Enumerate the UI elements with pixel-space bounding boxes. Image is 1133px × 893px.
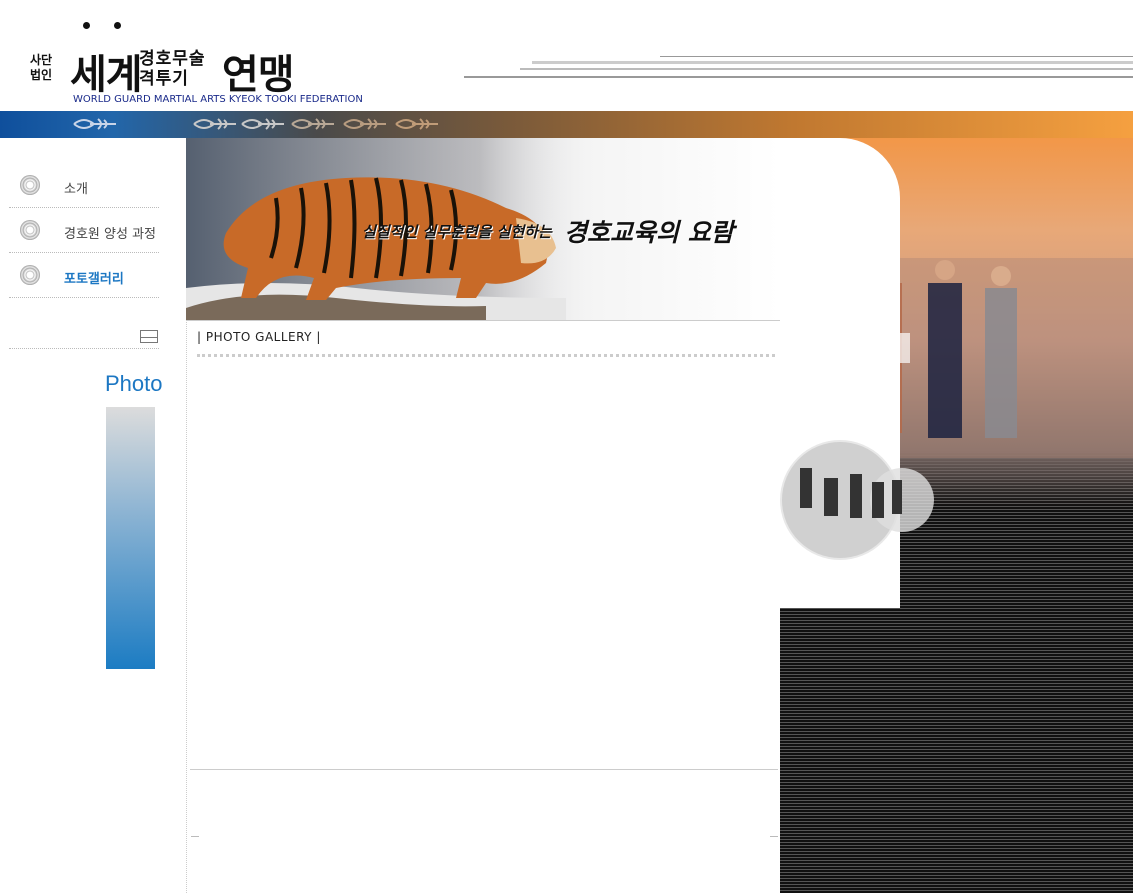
ornament-icon: [343, 118, 386, 130]
tiger-banner: 실질적인 실무훈련을 실현하는 경호교육의 요람: [186, 138, 780, 321]
sidebar-item-label: 경호원 양성 과정: [64, 227, 156, 242]
logo-subtitle: WORLD GUARD MARTIAL ARTS KYEOK TOOKI FED…: [73, 94, 363, 105]
circle-bullet-icon: [20, 265, 40, 285]
circle-bullet-icon: [20, 175, 40, 195]
sidebar-item-training[interactable]: 경호원 양성 과정: [9, 208, 159, 253]
sidebar-item-photo-gallery[interactable]: 포토갤러리: [9, 253, 159, 298]
content-bottom-line: [190, 769, 778, 770]
sidebar-item-intro[interactable]: 소개: [9, 163, 159, 208]
footer-tick: [191, 836, 199, 837]
page-title: | PHOTO GALLERY |: [197, 330, 321, 344]
logo-title-part2: 연맹: [222, 52, 295, 98]
section-title: Photo: [105, 371, 163, 396]
ornament-icon: [193, 118, 236, 130]
section-gradient-bar: [106, 407, 155, 669]
footer-tick: [770, 836, 778, 837]
header-deco-line: [520, 68, 1133, 70]
sidebar-item-label: 포토갤러리: [64, 272, 124, 287]
mail-row: [9, 318, 159, 349]
site-header: 사단 법인 세계 경호무술 격투기 연맹 WORLD GUARD MARTIAL…: [0, 0, 1133, 111]
ornament-icon: [395, 118, 438, 130]
logo-mid-line2: 격투기: [139, 69, 189, 89]
banner-tagline-big: 경호교육의 요람: [564, 218, 734, 247]
spar-photo-circle: [780, 440, 934, 560]
ornament-icon: [241, 118, 284, 130]
logo-title-part1: 세계: [70, 52, 143, 98]
dot-ornament: [80, 22, 130, 36]
corp-line1: 사단: [30, 53, 53, 67]
header-deco-line: [532, 61, 1133, 64]
mail-icon[interactable]: [140, 330, 158, 343]
ornament-icon: [73, 118, 116, 130]
logo-title-mid: 경호무술 격투기: [139, 49, 206, 89]
right-photo-panel: [780, 138, 1133, 893]
gallery-content: [190, 362, 778, 768]
corp-line2: 법인: [30, 68, 53, 82]
sidebar-item-label: 소개: [64, 182, 88, 197]
ornament-icon: [291, 118, 334, 130]
logo-mid-line1: 경호무술: [139, 49, 206, 69]
circle-bullet-icon: [20, 220, 40, 240]
top-nav-bar: [0, 111, 1133, 138]
left-sidebar: 소개 경호원 양성 과정 포토갤러리 Photo: [0, 138, 186, 893]
corp-label: 사단 법인: [30, 53, 52, 83]
header-deco-line: [660, 56, 1133, 57]
banner-tagline-small: 실질적인 실무훈련을 실현하는: [362, 223, 552, 241]
header-deco-line: [464, 76, 1133, 78]
title-divider: [197, 354, 775, 357]
